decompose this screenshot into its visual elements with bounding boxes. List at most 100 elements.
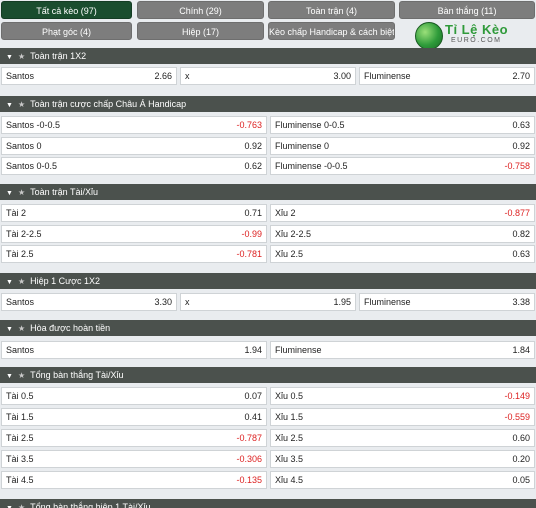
odds-cell[interactable]: Tài 2.5 -0.781 xyxy=(1,245,267,263)
odds-cell[interactable]: Tài 3.5 -0.306 xyxy=(1,450,267,468)
odds-value: 0.05 xyxy=(512,475,530,485)
tab-goals[interactable]: Bàn thắng (11) xyxy=(399,1,535,19)
odds-cell[interactable]: Fluminense 2.70 xyxy=(359,67,535,85)
tab-full-match[interactable]: Toàn trận (4) xyxy=(268,1,395,19)
section-title: Hòa được hoàn tiền xyxy=(30,323,111,333)
collapse-caret-icon[interactable]: ▼ xyxy=(6,369,13,385)
section-header[interactable]: ▼ ★ Hòa được hoàn tiền xyxy=(0,320,536,336)
selection-label: Xỉu 2-2.5 xyxy=(275,229,312,239)
odds-cell[interactable]: Xỉu 0.5 -0.149 xyxy=(270,387,535,405)
collapse-caret-icon[interactable]: ▼ xyxy=(6,501,13,508)
odds-cell[interactable]: Santos -0-0.5 -0.763 xyxy=(1,116,267,134)
odds-cell[interactable]: Fluminense 0-0.5 0.63 xyxy=(270,116,535,134)
odds-value: 0.63 xyxy=(512,249,530,259)
odds-cell[interactable]: x 1.95 xyxy=(180,293,356,311)
section-header[interactable]: ▼ ★ Toàn trận Tài/Xỉu xyxy=(0,184,536,200)
odds-cell[interactable]: Tài 2 0.71 xyxy=(1,204,267,222)
odds-cell[interactable]: Tài 1.5 0.41 xyxy=(1,408,267,426)
selection-label: Tài 2-2.5 xyxy=(6,229,42,239)
odds-cell[interactable]: Tài 2-2.5 -0.99 xyxy=(1,225,267,243)
odds-cell[interactable]: Santos 0-0.5 0.62 xyxy=(1,157,267,175)
section-title: Toàn trận cược chấp Châu Á Handicap xyxy=(30,99,187,109)
selection-label: Fluminense 0-0.5 xyxy=(275,120,345,130)
favorite-star-icon[interactable]: ★ xyxy=(18,500,25,508)
selection-label: Tài 3.5 xyxy=(6,454,34,464)
favorite-star-icon[interactable]: ★ xyxy=(18,274,25,290)
odds-cell[interactable]: Santos 3.30 xyxy=(1,293,177,311)
odds-value: 3.30 xyxy=(154,297,172,307)
odds-cell[interactable]: Xỉu 2 -0.877 xyxy=(270,204,535,222)
selection-label: Xỉu 4.5 xyxy=(275,475,304,485)
odds-cell[interactable]: Santos 1.94 xyxy=(1,341,267,359)
section-header[interactable]: ▼ ★ Toàn trận cược chấp Châu Á Handicap xyxy=(0,96,536,112)
tab-corners[interactable]: Phạt góc (4) xyxy=(1,22,132,40)
favorite-star-icon[interactable]: ★ xyxy=(18,49,25,65)
tab-all[interactable]: Tất cả kèo (97) xyxy=(1,1,132,19)
selection-label: Santos 0-0.5 xyxy=(6,161,58,171)
favorite-star-icon[interactable]: ★ xyxy=(18,97,25,113)
tab-main[interactable]: Chính (29) xyxy=(137,1,264,19)
tab-half[interactable]: Hiệp (17) xyxy=(137,22,264,40)
collapse-caret-icon[interactable]: ▼ xyxy=(6,322,13,338)
odds-value: 0.92 xyxy=(512,141,530,151)
site-logo[interactable]: Tỉ Lệ Kèo EURO.COM xyxy=(415,22,519,50)
odds-cell[interactable]: Xỉu 2.5 0.63 xyxy=(270,245,535,263)
odds-cell[interactable]: Santos 2.66 xyxy=(1,67,177,85)
selection-label: Tài 1.5 xyxy=(6,412,34,422)
odds-cell[interactable]: Tài 2.5 -0.787 xyxy=(1,429,267,447)
odds-value: 0.20 xyxy=(512,454,530,464)
tab-handicap[interactable]: Kèo chấp Handicap & cách biệt (3) xyxy=(268,22,395,40)
selection-label: Tài 2.5 xyxy=(6,249,34,259)
selection-label: Santos 0 xyxy=(6,141,42,151)
odds-value: 2.66 xyxy=(154,71,172,81)
odds-value: 0.07 xyxy=(244,391,262,401)
odds-cell[interactable]: Tài 4.5 -0.135 xyxy=(1,471,267,489)
section-title: Tổng bàn thắng hiệp 1 Tài/Xỉu xyxy=(30,502,151,508)
selection-label: Xỉu 3.5 xyxy=(275,454,304,464)
selection-label: Santos xyxy=(6,345,35,355)
favorite-star-icon[interactable]: ★ xyxy=(18,185,25,201)
odds-cell[interactable]: Santos 0 0.92 xyxy=(1,137,267,155)
odds-value: -0.787 xyxy=(236,433,262,443)
logo-subtitle: EURO.COM xyxy=(451,37,502,44)
favorite-star-icon[interactable]: ★ xyxy=(18,321,25,337)
odds-value: 0.71 xyxy=(244,208,262,218)
odds-cell[interactable]: Xỉu 1.5 -0.559 xyxy=(270,408,535,426)
odds-value: 1.95 xyxy=(333,297,351,307)
favorite-star-icon[interactable]: ★ xyxy=(18,368,25,384)
odds-value: 0.62 xyxy=(244,161,262,171)
odds-value: 3.38 xyxy=(512,297,530,307)
soccer-ball-icon xyxy=(415,22,443,50)
collapse-caret-icon[interactable]: ▼ xyxy=(6,275,13,291)
section-title: Toàn trận Tài/Xỉu xyxy=(30,187,98,197)
collapse-caret-icon[interactable]: ▼ xyxy=(6,50,13,66)
section-header[interactable]: ▼ ★ Hiệp 1 Cược 1X2 xyxy=(0,273,536,289)
odds-value: 1.94 xyxy=(244,345,262,355)
odds-cell[interactable]: x 3.00 xyxy=(180,67,356,85)
collapse-caret-icon[interactable]: ▼ xyxy=(6,98,13,114)
odds-cell[interactable]: Xỉu 2-2.5 0.82 xyxy=(270,225,535,243)
collapse-caret-icon[interactable]: ▼ xyxy=(6,186,13,202)
odds-cell[interactable]: Xỉu 4.5 0.05 xyxy=(270,471,535,489)
selection-label: Xỉu 2 xyxy=(275,208,296,218)
odds-value: 0.82 xyxy=(512,229,530,239)
odds-cell[interactable]: Fluminense 1.84 xyxy=(270,341,535,359)
selection-label: Tài 2.5 xyxy=(6,433,34,443)
odds-cell[interactable]: Fluminense 3.38 xyxy=(359,293,535,311)
odds-cell[interactable]: Fluminense 0 0.92 xyxy=(270,137,535,155)
odds-cell[interactable]: Fluminense -0-0.5 -0.758 xyxy=(270,157,535,175)
odds-cell[interactable]: Tài 0.5 0.07 xyxy=(1,387,267,405)
odds-value: 3.00 xyxy=(333,71,351,81)
odds-cell[interactable]: Xỉu 2.5 0.60 xyxy=(270,429,535,447)
odds-value: 1.84 xyxy=(512,345,530,355)
odds-value: 0.60 xyxy=(512,433,530,443)
section-header[interactable]: ▼ ★ Tổng bàn thắng hiệp 1 Tài/Xỉu xyxy=(0,499,536,508)
section-header[interactable]: ▼ ★ Toàn trận 1X2 xyxy=(0,48,536,64)
section-header[interactable]: ▼ ★ Tổng bàn thắng Tài/Xỉu xyxy=(0,367,536,383)
section-title: Hiệp 1 Cược 1X2 xyxy=(30,276,101,286)
odds-value: -0.781 xyxy=(236,249,262,259)
selection-label: Tài 0.5 xyxy=(6,391,34,401)
odds-cell[interactable]: Xỉu 3.5 0.20 xyxy=(270,450,535,468)
selection-label: Tài 4.5 xyxy=(6,475,34,485)
selection-label: Fluminense xyxy=(364,297,411,307)
